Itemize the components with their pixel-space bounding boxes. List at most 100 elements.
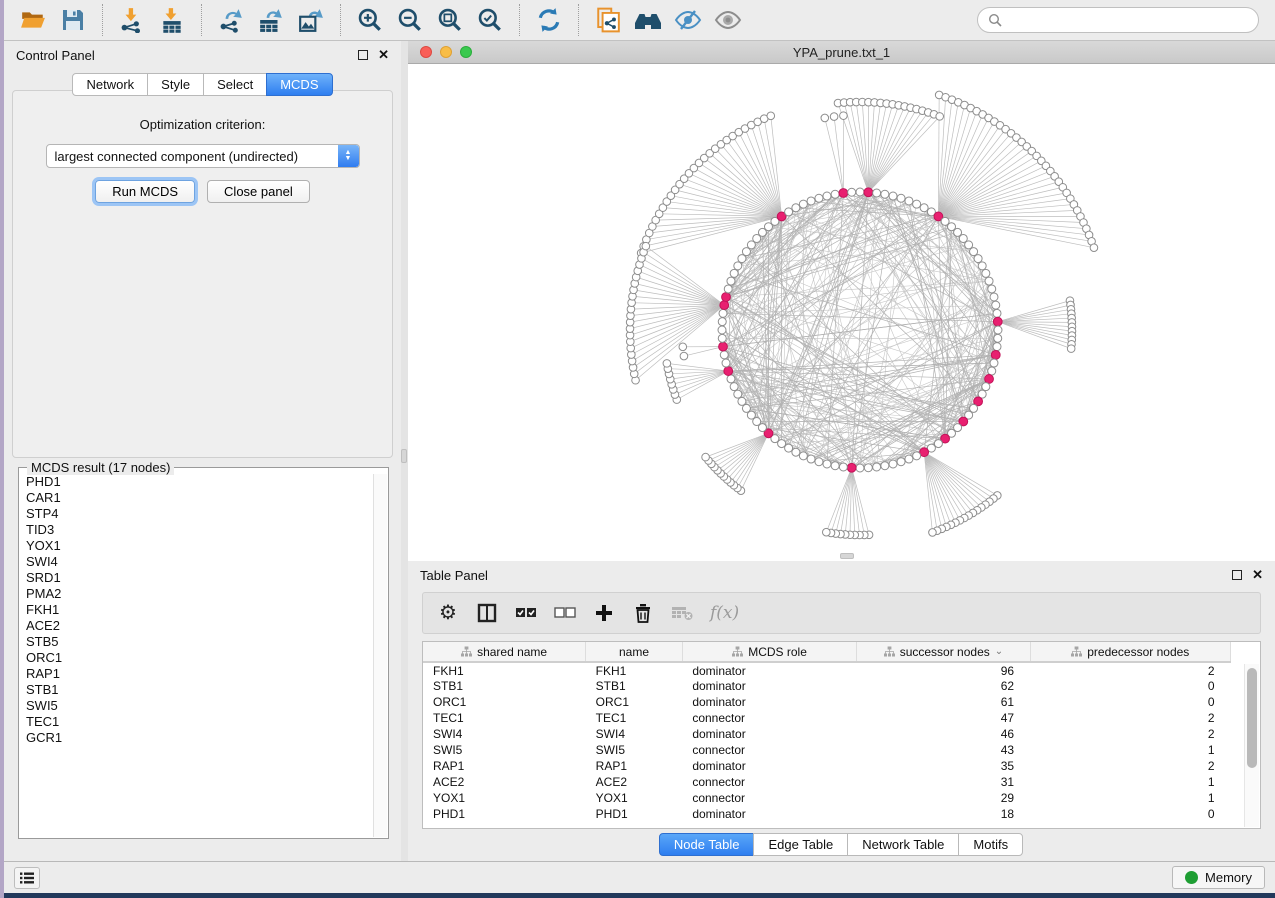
- table-scrollbar[interactable]: [1244, 664, 1259, 827]
- mcds-result-item[interactable]: SWI4: [26, 554, 373, 570]
- refresh-icon[interactable]: [534, 5, 564, 35]
- network-node[interactable]: [993, 343, 1001, 351]
- zoom-selected-icon[interactable]: [475, 5, 505, 35]
- zoom-fit-icon[interactable]: [435, 5, 465, 35]
- network-node[interactable]: [730, 383, 738, 391]
- optimization-criterion-select[interactable]: largest connected component (undirected)…: [46, 144, 360, 168]
- network-node[interactable]: [722, 359, 730, 367]
- mcds-result-item[interactable]: TEC1: [26, 714, 373, 730]
- network-node[interactable]: [767, 112, 775, 120]
- close-panel-icon[interactable]: ✕: [1252, 570, 1263, 580]
- float-panel-icon[interactable]: [358, 50, 368, 60]
- network-node[interactable]: [848, 188, 856, 196]
- network-node[interactable]: [830, 113, 838, 121]
- export-image-icon[interactable]: [296, 5, 326, 35]
- network-node[interactable]: [978, 262, 986, 270]
- table-row[interactable]: SWI5SWI5connector431: [423, 742, 1231, 758]
- network-node[interactable]: [742, 404, 750, 412]
- network-node[interactable]: [831, 190, 839, 198]
- share-document-icon[interactable]: [593, 5, 623, 35]
- network-node[interactable]: [905, 197, 913, 205]
- network-node[interactable]: [719, 309, 727, 317]
- network-node[interactable]: [864, 464, 872, 472]
- network-node[interactable]: [823, 460, 831, 468]
- network-node[interactable]: [680, 352, 688, 360]
- network-node[interactable]: [992, 301, 1000, 309]
- column-header-successor-nodes[interactable]: successor nodes⌄: [857, 642, 1030, 662]
- mcds-result-item[interactable]: ORC1: [26, 650, 373, 666]
- network-node[interactable]: [807, 197, 815, 205]
- network-node[interactable]: [920, 204, 928, 212]
- network-node[interactable]: [1067, 345, 1075, 353]
- network-node[interactable]: [734, 390, 742, 398]
- network-node[interactable]: [889, 192, 897, 200]
- tab-style[interactable]: Style: [147, 73, 204, 96]
- tab-network-table[interactable]: Network Table: [847, 833, 959, 856]
- table-row[interactable]: PHD1PHD1dominator180: [423, 806, 1231, 822]
- network-node[interactable]: [856, 464, 864, 472]
- table-scrollbar-thumb[interactable]: [1247, 668, 1257, 768]
- column-header-name[interactable]: name: [586, 642, 683, 662]
- network-node[interactable]: [913, 452, 921, 460]
- network-node[interactable]: [823, 528, 831, 536]
- export-network-icon[interactable]: [216, 5, 246, 35]
- network-node[interactable]: [839, 463, 847, 471]
- network-node[interactable]: [730, 269, 738, 277]
- mcds-node[interactable]: [864, 188, 873, 197]
- network-node[interactable]: [988, 285, 996, 293]
- export-table-icon[interactable]: [256, 5, 286, 35]
- close-panel-icon[interactable]: ✕: [378, 50, 389, 60]
- network-node[interactable]: [785, 208, 793, 216]
- mcds-node[interactable]: [722, 293, 731, 302]
- network-node[interactable]: [974, 255, 982, 263]
- network-node[interactable]: [823, 192, 831, 200]
- network-window-titlebar[interactable]: YPA_prune.txt_1: [408, 41, 1275, 64]
- network-node[interactable]: [897, 458, 905, 466]
- import-table-icon[interactable]: [157, 5, 187, 35]
- mcds-result-item[interactable]: PMA2: [26, 586, 373, 602]
- show-panels-button[interactable]: [14, 867, 40, 889]
- network-node[interactable]: [724, 285, 732, 293]
- network-node[interactable]: [881, 462, 889, 470]
- mcds-node[interactable]: [720, 301, 729, 310]
- network-node[interactable]: [718, 334, 726, 342]
- mcds-node[interactable]: [993, 317, 1002, 326]
- close-panel-button[interactable]: Close panel: [207, 180, 310, 203]
- deselect-all-icon[interactable]: [554, 600, 576, 626]
- tab-network[interactable]: Network: [72, 73, 148, 96]
- column-header-mcds-role[interactable]: MCDS role: [682, 642, 856, 662]
- mcds-result-item[interactable]: PHD1: [26, 474, 373, 490]
- table-row[interactable]: ORC1ORC1dominator610: [423, 694, 1231, 710]
- network-node[interactable]: [815, 458, 823, 466]
- column-header-predecessor-nodes[interactable]: predecessor nodes: [1030, 642, 1230, 662]
- search-input[interactable]: [1008, 12, 1248, 29]
- network-node[interactable]: [985, 277, 993, 285]
- tab-mcds[interactable]: MCDS: [266, 73, 332, 96]
- network-node[interactable]: [840, 112, 848, 120]
- network-node[interactable]: [994, 334, 1002, 342]
- network-node[interactable]: [993, 309, 1001, 317]
- network-node[interactable]: [799, 200, 807, 208]
- splitter-grip[interactable]: [401, 449, 407, 463]
- network-node[interactable]: [718, 326, 726, 334]
- mcds-result-item[interactable]: RAP1: [26, 666, 373, 682]
- network-node[interactable]: [720, 351, 728, 359]
- memory-button[interactable]: Memory: [1172, 866, 1265, 889]
- table-row[interactable]: YOX1YOX1connector291: [423, 790, 1231, 806]
- mcds-result-item[interactable]: SWI5: [26, 698, 373, 714]
- node-table[interactable]: shared namenameMCDS rolesuccessor nodes⌄…: [423, 642, 1231, 822]
- network-node[interactable]: [990, 293, 998, 301]
- network-node[interactable]: [982, 383, 990, 391]
- column-header-shared-name[interactable]: shared name: [423, 642, 586, 662]
- tab-motifs[interactable]: Motifs: [958, 833, 1023, 856]
- float-panel-icon[interactable]: [1232, 570, 1242, 580]
- network-node[interactable]: [663, 360, 671, 368]
- search-binoculars-icon[interactable]: [633, 5, 663, 35]
- mcds-node[interactable]: [839, 189, 848, 198]
- mcds-node[interactable]: [724, 367, 733, 376]
- save-session-icon[interactable]: [58, 5, 88, 35]
- tab-node-table[interactable]: Node Table: [659, 833, 755, 856]
- table-row[interactable]: SWI4SWI4dominator462: [423, 726, 1231, 742]
- mcds-result-scrollbar[interactable]: [373, 474, 387, 837]
- table-row[interactable]: FKH1FKH1dominator962: [423, 662, 1231, 678]
